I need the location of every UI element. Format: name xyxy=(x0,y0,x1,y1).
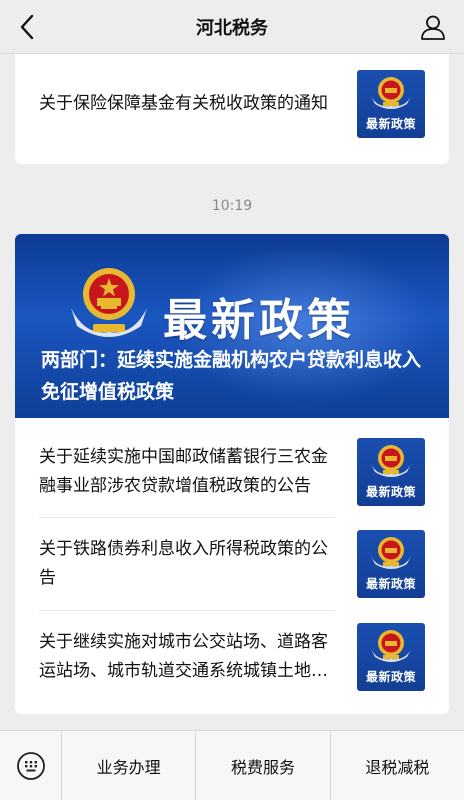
article-title: 关于继续实施对城市公交站场、道路客运站场、城市轨道交通系统城镇土地使用税优惠政策… xyxy=(39,632,328,681)
bottom-menu-bar: 业务办理 税费服务 退税减税 xyxy=(0,730,464,800)
menu-tab-business[interactable]: 业务办理 xyxy=(62,731,197,800)
menu-tab-tax-services[interactable]: 税费服务 xyxy=(196,731,331,800)
national-emblem-icon xyxy=(71,268,147,337)
thumbnail-label: 最新政策 xyxy=(365,670,416,684)
article-title: 关于保险保障基金有关税收政策的通知 xyxy=(39,93,328,114)
thumbnail-label: 最新政策 xyxy=(365,577,416,591)
user-icon xyxy=(421,15,445,40)
banner-title: 最新政策 xyxy=(163,295,355,346)
article-thumbnail: 最新政策 xyxy=(357,70,425,138)
article-thumbnail: 最新政策 xyxy=(357,530,425,598)
back-button[interactable] xyxy=(10,10,44,44)
article-thumbnail: 最新政策 xyxy=(357,623,425,691)
banner-article[interactable]: 最新政策 两部门：延续实施金融机构农户贷款利息收入免征增值税政策 xyxy=(15,234,449,418)
message-list[interactable]: 关于保险保障基金有关税收政策的通知 最新政策 10:19 最新政策 两部门：延续… xyxy=(0,54,464,730)
list-item[interactable]: 关于继续实施对城市公交站场、道路客运站场、城市轨道交通系统城镇土地使用税优惠政策… xyxy=(15,611,449,703)
article-card-main[interactable]: 最新政策 两部门：延续实施金融机构农户贷款利息收入免征增值税政策 关于延续实施中… xyxy=(15,234,449,714)
list-item[interactable]: 关于延续实施中国邮政储蓄银行三农金融事业部涉农贷款增值税政策的公告 最新政策 xyxy=(15,426,449,518)
banner-caption: 两部门：延续实施金融机构农户贷款利息收入免征增值税政策 xyxy=(41,349,422,403)
article-card-previous[interactable]: 关于保险保障基金有关税收政策的通知 最新政策 xyxy=(15,54,449,164)
national-emblem-icon xyxy=(371,445,411,477)
list-item[interactable]: 关于铁路债券利息收入所得税政策的公告 最新政策 xyxy=(15,518,449,610)
message-timestamp: 10:19 xyxy=(211,198,253,214)
page-title: 河北税务 xyxy=(196,17,268,39)
menu-tab-tax-refund[interactable]: 退税减税 xyxy=(331,731,464,800)
keyboard-icon xyxy=(16,752,45,780)
national-emblem-icon xyxy=(371,77,411,109)
article-title: 关于延续实施中国邮政储蓄银行三农金融事业部涉农贷款增值税政策的公告 xyxy=(39,447,328,496)
national-emblem-icon xyxy=(371,537,411,569)
profile-button[interactable] xyxy=(418,12,448,42)
list-item[interactable]: 关于保险保障基金有关税收政策的通知 最新政策 xyxy=(15,58,449,150)
article-thumbnail: 最新政策 xyxy=(357,438,425,506)
thumbnail-label: 最新政策 xyxy=(365,117,416,131)
keyboard-toggle-button[interactable] xyxy=(0,731,62,800)
thumbnail-label: 最新政策 xyxy=(365,485,416,499)
article-title: 关于铁路债券利息收入所得税政策的公告 xyxy=(39,539,328,588)
nav-bar: 河北税务 xyxy=(0,0,464,54)
national-emblem-icon xyxy=(371,630,411,662)
chevron-left-icon xyxy=(20,14,34,40)
